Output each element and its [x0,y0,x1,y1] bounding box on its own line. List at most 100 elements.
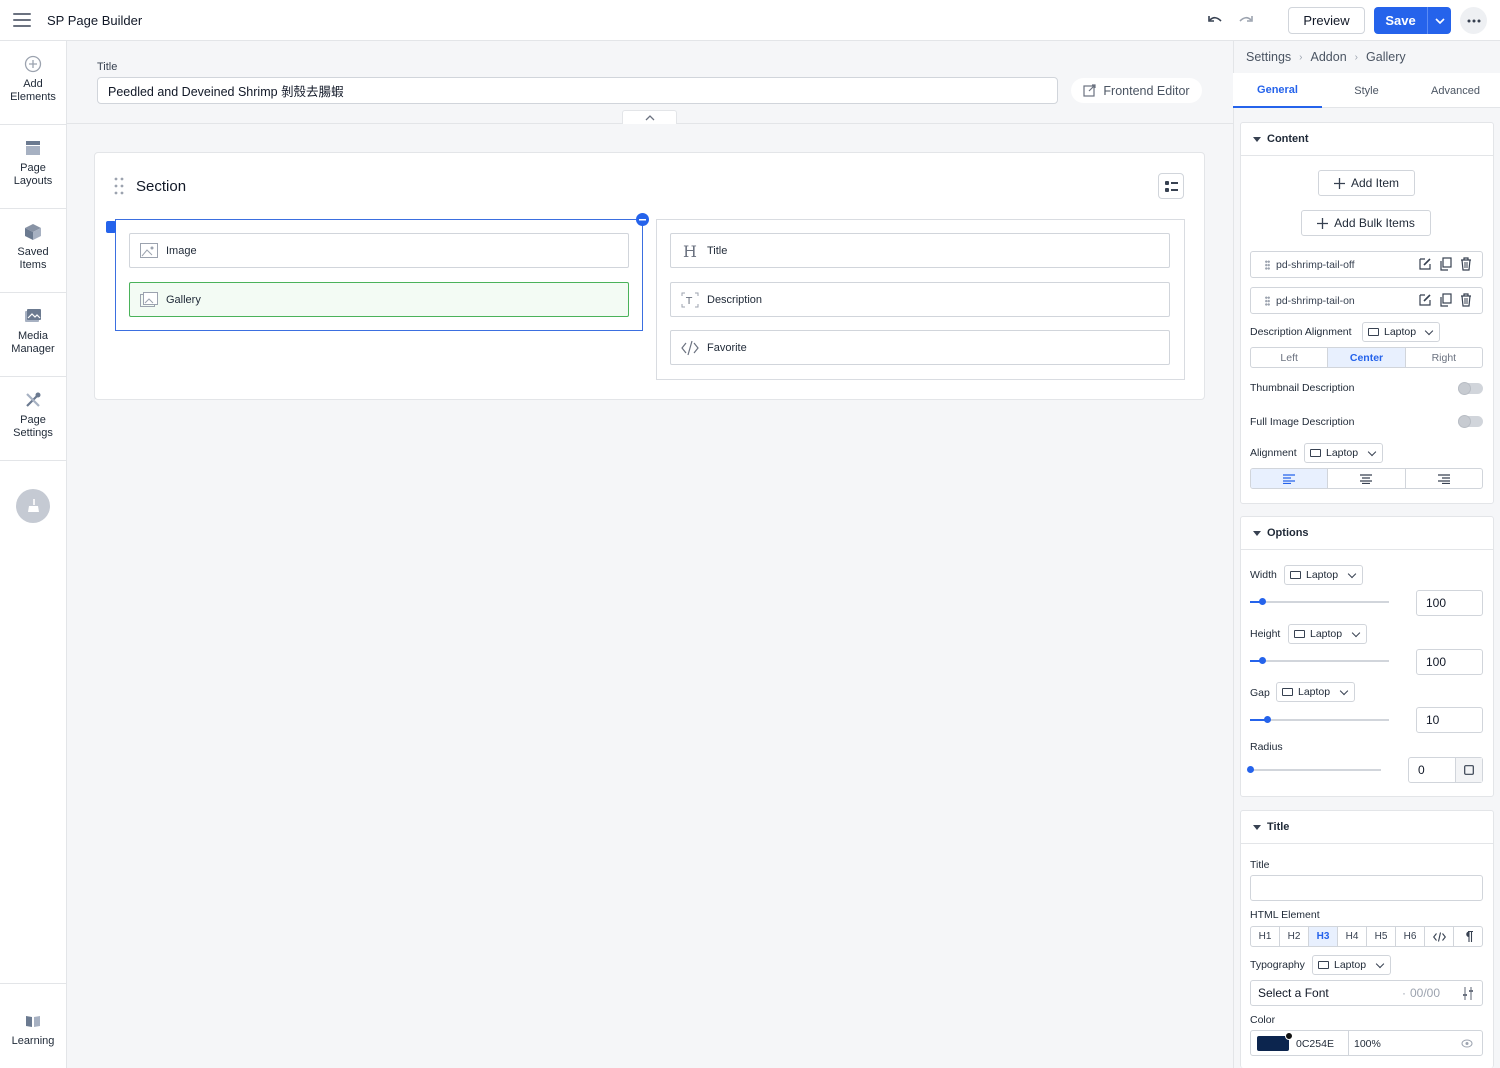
addon-label: Image [166,244,197,257]
more-options-button[interactable] [1460,7,1487,34]
color-opacity-value[interactable]: 100% [1354,1038,1381,1050]
column-drag-icon[interactable] [106,221,116,233]
sidebar-item-media-manager[interactable]: Media Manager [0,293,66,377]
html-h1-option[interactable]: H1 [1251,927,1280,946]
chevron-down-icon [1351,628,1361,638]
tab-general[interactable]: General [1233,73,1322,108]
align-left-option[interactable]: Left [1251,348,1329,367]
html-h2-option[interactable]: H2 [1280,927,1309,946]
duplicate-icon[interactable] [1439,293,1453,307]
add-item-button[interactable]: Add Item [1318,170,1415,196]
title-group-header[interactable]: Title [1241,811,1493,844]
section-title: Section [136,178,187,195]
alignment-device-select[interactable]: Laptop [1304,443,1383,463]
width-slider[interactable] [1250,598,1389,605]
breadcrumb-item[interactable]: Settings [1246,50,1291,64]
trash-icon[interactable] [1459,257,1473,271]
width-device-select[interactable]: Laptop [1284,565,1363,585]
html-p-option[interactable] [1454,927,1482,946]
tab-style[interactable]: Style [1322,73,1411,108]
clear-color-icon[interactable] [1285,1032,1293,1040]
save-button[interactable]: Save [1374,7,1427,34]
sidebar-item-page-layouts[interactable]: Page Layouts [0,125,66,209]
html-div-option[interactable] [1425,927,1454,946]
column-remove-button[interactable] [636,213,649,226]
gap-device-select[interactable]: Laptop [1276,682,1355,702]
chevron-down-icon [1434,17,1445,24]
title-field-input[interactable] [1250,875,1483,901]
frontend-editor-button[interactable]: Frontend Editor [1071,78,1202,103]
sidebar-item-saved-items[interactable]: Saved Items [0,209,66,293]
align-center-button[interactable] [1328,469,1406,488]
book-icon [26,1016,40,1027]
height-input[interactable]: 100 [1416,649,1483,675]
sidebar-item-label: Add Elements [10,78,56,103]
preview-button[interactable]: Preview [1288,7,1365,34]
font-select[interactable]: Select a Font · 00/00 [1250,980,1483,1006]
menu-icon[interactable] [13,13,31,27]
chevron-up-icon [645,114,654,120]
gap-slider[interactable] [1250,716,1389,723]
addon-gallery[interactable]: Gallery [129,282,629,317]
plus-icon [1317,217,1329,229]
save-options-button[interactable] [1427,7,1451,34]
typography-settings-icon[interactable] [1462,987,1474,1000]
section-options-button[interactable] [1158,173,1184,199]
redo-icon[interactable] [1236,11,1256,29]
align-center-option[interactable]: Center [1328,348,1406,367]
html-h5-option[interactable]: H5 [1367,927,1396,946]
content-group-header[interactable]: Content [1241,123,1493,156]
height-device-select[interactable]: Laptop [1288,624,1367,644]
align-left-button[interactable] [1251,469,1329,488]
radius-link-toggle[interactable] [1455,758,1482,782]
full-image-description-toggle[interactable] [1458,415,1483,428]
section-drag-handle[interactable] [114,177,124,198]
collapse-header-button[interactable] [622,110,677,124]
color-picker[interactable]: 0C254E 100% [1250,1030,1483,1056]
addon-description[interactable]: T Description [670,282,1170,317]
clear-page-button[interactable] [16,489,50,523]
tab-advanced[interactable]: Advanced [1411,73,1500,108]
align-right-button[interactable] [1406,469,1482,488]
duplicate-icon[interactable] [1439,257,1453,271]
typography-device-select[interactable]: Laptop [1312,955,1391,975]
radius-input[interactable]: 0 [1408,757,1483,783]
align-right-option[interactable]: Right [1406,348,1482,367]
radius-slider[interactable] [1247,766,1381,773]
addon-favorite[interactable]: Favorite [670,330,1170,365]
sidebar-item-learning[interactable]: Learning [0,983,66,1067]
sidebar-item-page-settings[interactable]: Page Settings [0,377,66,461]
html-h4-option[interactable]: H4 [1338,927,1367,946]
html-h6-option[interactable]: H6 [1396,927,1425,946]
addon-title[interactable]: H Title [670,233,1170,268]
thumbnail-description-toggle[interactable] [1458,382,1483,395]
edit-icon[interactable] [1418,257,1432,271]
sidebar-item-label: Page Layouts [13,162,53,187]
add-bulk-items-button[interactable]: Add Bulk Items [1301,210,1431,236]
breadcrumb-item: Gallery [1366,50,1406,64]
height-slider[interactable] [1250,657,1389,664]
eye-icon[interactable] [1461,1038,1473,1049]
width-input[interactable]: 100 [1416,590,1483,616]
drag-handle-icon[interactable] [1265,295,1270,306]
description-alignment-device-select[interactable]: Laptop [1362,322,1440,342]
gap-input[interactable]: 10 [1416,707,1483,733]
drag-handle-icon[interactable] [1265,259,1270,270]
font-size-value: 00/00 [1410,986,1441,1000]
trash-icon[interactable] [1459,293,1473,307]
options-group-header[interactable]: Options [1241,517,1493,550]
square-icon [1464,765,1474,775]
undo-icon[interactable] [1205,11,1225,29]
sidebar-item-label: Saved Items [17,246,49,271]
list-item[interactable]: pd-shrimp-tail-off [1250,251,1483,278]
addon-image[interactable]: Image [129,233,629,268]
page-title-input[interactable] [97,77,1058,104]
edit-icon[interactable] [1418,293,1432,307]
monitor-icon [1310,449,1321,457]
radius-label: Radius [1250,741,1283,753]
color-swatch[interactable] [1257,1036,1289,1051]
sidebar-item-add-elements[interactable]: Add Elements [0,41,66,125]
list-item[interactable]: pd-shrimp-tail-on [1250,287,1483,314]
breadcrumb-item[interactable]: Addon [1311,50,1347,64]
html-h3-option[interactable]: H3 [1309,927,1338,946]
